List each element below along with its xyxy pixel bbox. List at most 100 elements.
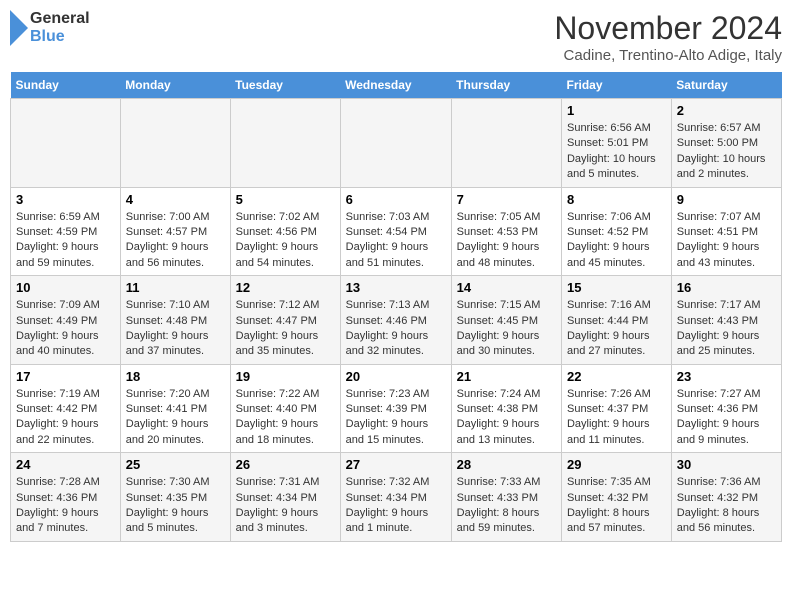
- calendar-table: SundayMondayTuesdayWednesdayThursdayFrid…: [10, 72, 782, 542]
- day-number: 8: [567, 192, 666, 207]
- calendar-cell: [11, 99, 121, 188]
- day-info: Sunrise: 7:13 AM Sunset: 4:46 PM Dayligh…: [346, 298, 446, 360]
- day-number: 30: [677, 457, 776, 472]
- day-number: 23: [677, 369, 776, 384]
- day-header-tuesday: Tuesday: [230, 72, 340, 99]
- day-number: 5: [236, 192, 335, 207]
- calendar-cell: 28 Sunrise: 7:33 AM Sunset: 4:33 PM Dayli…: [451, 453, 561, 542]
- day-info: Sunrise: 7:05 AM Sunset: 4:53 PM Dayligh…: [457, 210, 556, 272]
- calendar-cell: 10 Sunrise: 7:09 AM Sunset: 4:49 PM Dayli…: [11, 276, 121, 365]
- day-info: Sunrise: 7:31 AM Sunset: 4:34 PM Dayligh…: [236, 475, 335, 537]
- calendar-cell: 13 Sunrise: 7:13 AM Sunset: 4:46 PM Dayli…: [340, 276, 451, 365]
- calendar-cell: 9 Sunrise: 7:07 AM Sunset: 4:51 PM Daylig…: [671, 187, 781, 276]
- logo-line1: General: [30, 10, 90, 28]
- day-info: Sunrise: 7:35 AM Sunset: 4:32 PM Dayligh…: [567, 475, 666, 537]
- day-info: Sunrise: 7:15 AM Sunset: 4:45 PM Dayligh…: [457, 298, 556, 360]
- calendar-cell: 4 Sunrise: 7:00 AM Sunset: 4:57 PM Daylig…: [120, 187, 230, 276]
- day-info: Sunrise: 7:36 AM Sunset: 4:32 PM Dayligh…: [677, 475, 776, 537]
- day-number: 27: [346, 457, 446, 472]
- day-info: Sunrise: 6:57 AM Sunset: 5:00 PM Dayligh…: [677, 121, 776, 183]
- calendar-cell: [120, 99, 230, 188]
- day-number: 4: [126, 192, 225, 207]
- logo-container: General Blue: [10, 10, 90, 47]
- calendar-cell: 30 Sunrise: 7:36 AM Sunset: 4:32 PM Dayli…: [671, 453, 781, 542]
- header: General Blue November 2024 Cadine, Trent…: [10, 10, 782, 64]
- day-info: Sunrise: 7:33 AM Sunset: 4:33 PM Dayligh…: [457, 475, 556, 537]
- day-info: Sunrise: 7:24 AM Sunset: 4:38 PM Dayligh…: [457, 387, 556, 449]
- day-info: Sunrise: 7:20 AM Sunset: 4:41 PM Dayligh…: [126, 387, 225, 449]
- day-header-friday: Friday: [561, 72, 671, 99]
- day-number: 1: [567, 103, 666, 118]
- day-info: Sunrise: 7:09 AM Sunset: 4:49 PM Dayligh…: [16, 298, 115, 360]
- calendar-cell: 27 Sunrise: 7:32 AM Sunset: 4:34 PM Dayli…: [340, 453, 451, 542]
- day-number: 13: [346, 280, 446, 295]
- day-info: Sunrise: 7:19 AM Sunset: 4:42 PM Dayligh…: [16, 387, 115, 449]
- calendar-cell: 24 Sunrise: 7:28 AM Sunset: 4:36 PM Dayli…: [11, 453, 121, 542]
- day-info: Sunrise: 7:12 AM Sunset: 4:47 PM Dayligh…: [236, 298, 335, 360]
- day-number: 21: [457, 369, 556, 384]
- day-number: 20: [346, 369, 446, 384]
- calendar-cell: 23 Sunrise: 7:27 AM Sunset: 4:36 PM Dayli…: [671, 364, 781, 453]
- day-info: Sunrise: 7:28 AM Sunset: 4:36 PM Dayligh…: [16, 475, 115, 537]
- day-info: Sunrise: 7:00 AM Sunset: 4:57 PM Dayligh…: [126, 210, 225, 272]
- day-number: 19: [236, 369, 335, 384]
- calendar-cell: 1Sunrise: 6:56 AM Sunset: 5:01 PM Daylig…: [561, 99, 671, 188]
- day-header-saturday: Saturday: [671, 72, 781, 99]
- day-number: 24: [16, 457, 115, 472]
- day-number: 10: [16, 280, 115, 295]
- day-number: 16: [677, 280, 776, 295]
- day-info: Sunrise: 7:27 AM Sunset: 4:36 PM Dayligh…: [677, 387, 776, 449]
- logo-text: General Blue: [30, 10, 90, 47]
- day-number: 18: [126, 369, 225, 384]
- day-header-wednesday: Wednesday: [340, 72, 451, 99]
- day-number: 11: [126, 280, 225, 295]
- calendar-cell: 20 Sunrise: 7:23 AM Sunset: 4:39 PM Dayli…: [340, 364, 451, 453]
- day-number: 22: [567, 369, 666, 384]
- day-header-monday: Monday: [120, 72, 230, 99]
- day-info: Sunrise: 6:59 AM Sunset: 4:59 PM Dayligh…: [16, 210, 115, 272]
- calendar-cell: [230, 99, 340, 188]
- calendar-cell: 25Sunrise: 7:30 AM Sunset: 4:35 PM Dayli…: [120, 453, 230, 542]
- day-info: Sunrise: 7:26 AM Sunset: 4:37 PM Dayligh…: [567, 387, 666, 449]
- calendar-week-2: 3Sunrise: 6:59 AM Sunset: 4:59 PM Daylig…: [11, 187, 782, 276]
- calendar-cell: 29 Sunrise: 7:35 AM Sunset: 4:32 PM Dayli…: [561, 453, 671, 542]
- day-number: 15: [567, 280, 666, 295]
- calendar-cell: 8Sunrise: 7:06 AM Sunset: 4:52 PM Daylig…: [561, 187, 671, 276]
- day-number: 7: [457, 192, 556, 207]
- logo-triangle-icon: [10, 10, 28, 46]
- day-info: Sunrise: 7:03 AM Sunset: 4:54 PM Dayligh…: [346, 210, 446, 272]
- day-info: Sunrise: 7:23 AM Sunset: 4:39 PM Dayligh…: [346, 387, 446, 449]
- day-number: 9: [677, 192, 776, 207]
- calendar-cell: 19 Sunrise: 7:22 AM Sunset: 4:40 PM Dayli…: [230, 364, 340, 453]
- day-number: 14: [457, 280, 556, 295]
- calendar-cell: 11 Sunrise: 7:10 AM Sunset: 4:48 PM Dayli…: [120, 276, 230, 365]
- calendar-cell: 3Sunrise: 6:59 AM Sunset: 4:59 PM Daylig…: [11, 187, 121, 276]
- calendar-cell: 21 Sunrise: 7:24 AM Sunset: 4:38 PM Dayli…: [451, 364, 561, 453]
- day-info: Sunrise: 7:10 AM Sunset: 4:48 PM Dayligh…: [126, 298, 225, 360]
- day-number: 28: [457, 457, 556, 472]
- calendar-cell: 17Sunrise: 7:19 AM Sunset: 4:42 PM Dayli…: [11, 364, 121, 453]
- day-info: Sunrise: 7:32 AM Sunset: 4:34 PM Dayligh…: [346, 475, 446, 537]
- title-area: November 2024 Cadine, Trentino-Alto Adig…: [554, 10, 782, 64]
- day-info: Sunrise: 7:16 AM Sunset: 4:44 PM Dayligh…: [567, 298, 666, 360]
- calendar-cell: 26Sunrise: 7:31 AM Sunset: 4:34 PM Dayli…: [230, 453, 340, 542]
- calendar-week-1: 1Sunrise: 6:56 AM Sunset: 5:01 PM Daylig…: [11, 99, 782, 188]
- calendar-cell: 5 Sunrise: 7:02 AM Sunset: 4:56 PM Daylig…: [230, 187, 340, 276]
- day-info: Sunrise: 7:17 AM Sunset: 4:43 PM Dayligh…: [677, 298, 776, 360]
- calendar-cell: 22 Sunrise: 7:26 AM Sunset: 4:37 PM Dayli…: [561, 364, 671, 453]
- day-info: Sunrise: 7:02 AM Sunset: 4:56 PM Dayligh…: [236, 210, 335, 272]
- day-info: Sunrise: 7:22 AM Sunset: 4:40 PM Dayligh…: [236, 387, 335, 449]
- day-header-sunday: Sunday: [11, 72, 121, 99]
- calendar-week-5: 24 Sunrise: 7:28 AM Sunset: 4:36 PM Dayli…: [11, 453, 782, 542]
- calendar-cell: 14 Sunrise: 7:15 AM Sunset: 4:45 PM Dayli…: [451, 276, 561, 365]
- calendar-cell: 7 Sunrise: 7:05 AM Sunset: 4:53 PM Daylig…: [451, 187, 561, 276]
- day-number: 25: [126, 457, 225, 472]
- day-number: 2: [677, 103, 776, 118]
- day-header-thursday: Thursday: [451, 72, 561, 99]
- calendar-cell: 2 Sunrise: 6:57 AM Sunset: 5:00 PM Daylig…: [671, 99, 781, 188]
- days-header-row: SundayMondayTuesdayWednesdayThursdayFrid…: [11, 72, 782, 99]
- day-info: Sunrise: 7:07 AM Sunset: 4:51 PM Dayligh…: [677, 210, 776, 272]
- calendar-cell: [340, 99, 451, 188]
- calendar-cell: 15 Sunrise: 7:16 AM Sunset: 4:44 PM Dayli…: [561, 276, 671, 365]
- day-number: 29: [567, 457, 666, 472]
